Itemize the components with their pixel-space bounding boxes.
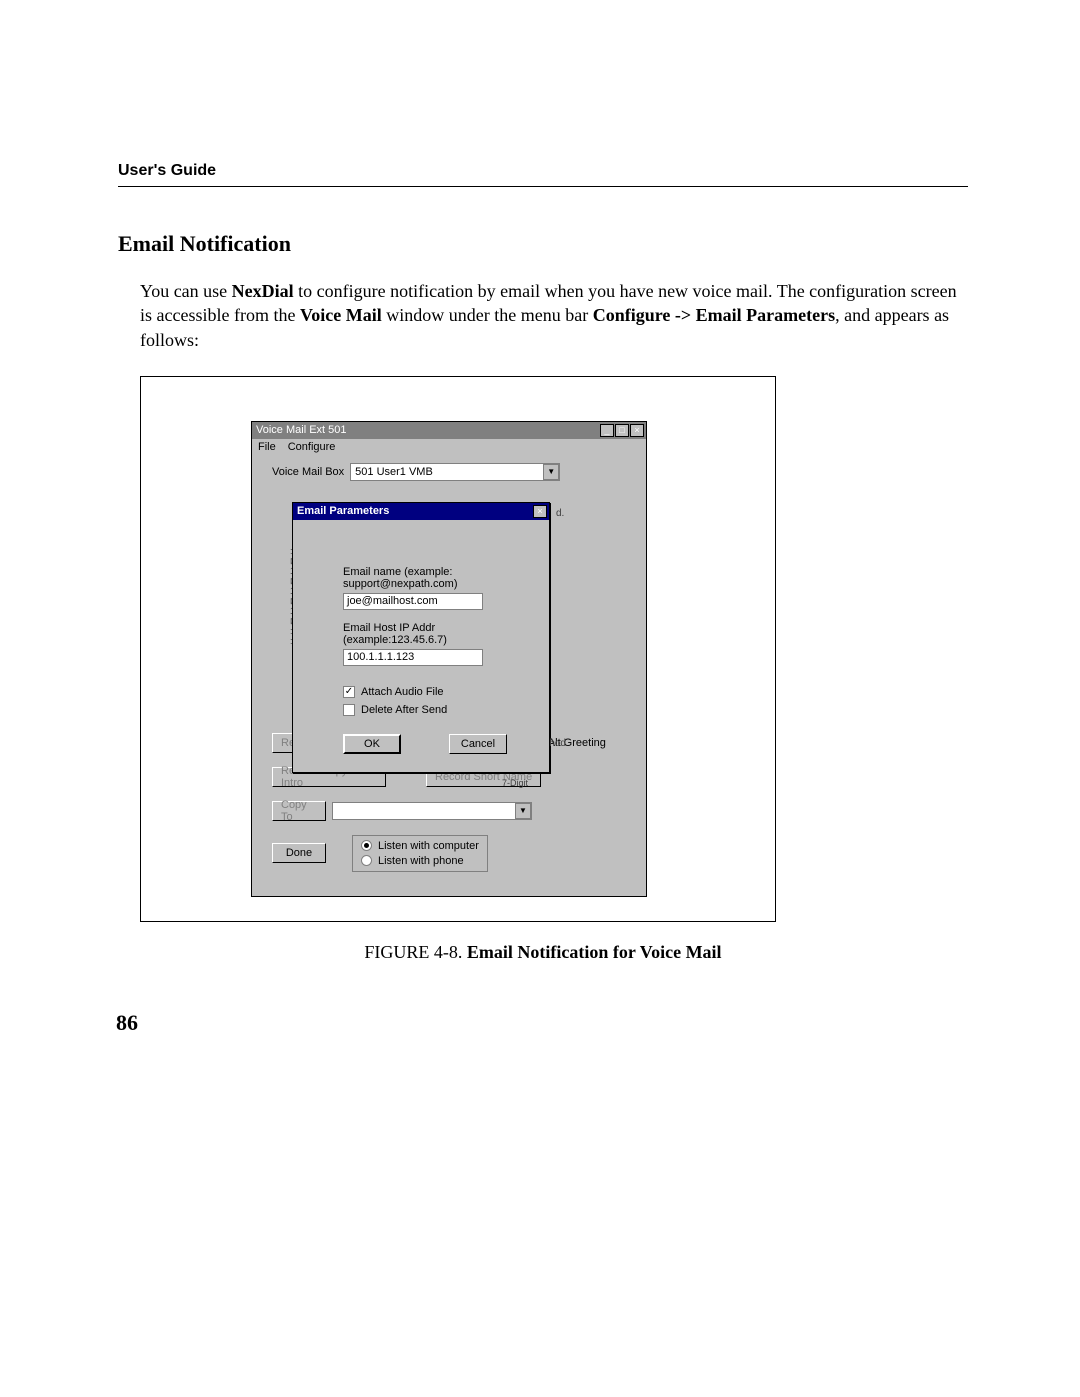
page-number: 86 bbox=[116, 1010, 138, 1036]
cancel-button[interactable]: Cancel bbox=[449, 734, 507, 754]
body-paragraph: You can use NexDial to configure notific… bbox=[140, 279, 960, 352]
host-ip-value: 100.1.1.1.123 bbox=[347, 651, 414, 663]
copy-to-button[interactable]: Copy To bbox=[272, 801, 326, 821]
ok-button[interactable]: OK bbox=[343, 734, 401, 754]
vmb-value: 501 User1 VMB bbox=[355, 466, 433, 478]
listen-phone-radio[interactable] bbox=[361, 855, 372, 866]
window-title: Voice Mail Ext 501 bbox=[256, 424, 599, 436]
delete-after-send-label: Delete After Send bbox=[361, 704, 447, 716]
text: window under the menu bar bbox=[382, 305, 593, 325]
menu-path: Configure -> Email Parameters bbox=[593, 305, 835, 325]
email-parameters-dialog: Email Parameters × Email name (example: … bbox=[292, 502, 550, 773]
cut-text-7digit: 7-Digit bbox=[502, 778, 528, 788]
email-name-input[interactable]: joe@mailhost.com bbox=[343, 593, 483, 610]
host-ip-label: Email Host IP Addr (example:123.45.6.7) bbox=[343, 622, 535, 646]
menu-file[interactable]: File bbox=[258, 441, 276, 453]
delete-after-send-checkbox[interactable] bbox=[343, 704, 355, 716]
attach-audio-checkbox[interactable]: ✓ bbox=[343, 686, 355, 698]
chevron-down-icon[interactable]: ▼ bbox=[515, 803, 531, 819]
listen-phone-label: Listen with phone bbox=[378, 855, 464, 867]
header-rule bbox=[118, 186, 968, 187]
close-icon[interactable]: × bbox=[630, 424, 644, 437]
cut-text-id: d. bbox=[556, 508, 564, 519]
vmb-label: Voice Mail Box bbox=[272, 466, 344, 478]
listen-radio-group: Listen with computer Listen with phone bbox=[352, 835, 488, 872]
dialog-titlebar[interactable]: Email Parameters × bbox=[293, 503, 549, 520]
cut-text-hod: hod bbox=[549, 738, 566, 749]
caption-prefix: FIGURE 4-8. bbox=[364, 942, 467, 962]
host-ip-input[interactable]: 100.1.1.1.123 bbox=[343, 649, 483, 666]
email-name-value: joe@mailhost.com bbox=[347, 595, 438, 607]
menu-bar: File Configure bbox=[252, 439, 646, 455]
product-name: NexDial bbox=[232, 281, 294, 301]
window-name: Voice Mail bbox=[300, 305, 382, 325]
vmb-select[interactable]: 501 User1 VMB ▼ bbox=[350, 463, 560, 481]
listen-computer-radio[interactable] bbox=[361, 840, 372, 851]
email-name-label: Email name (example: support@nexpath.com… bbox=[343, 566, 535, 590]
close-icon[interactable]: × bbox=[533, 505, 547, 518]
minimize-icon[interactable]: _ bbox=[600, 424, 614, 437]
figure-caption: FIGURE 4-8. Email Notification for Voice… bbox=[118, 942, 968, 963]
figure-frame: Voice Mail Ext 501 _ □ × File Configure … bbox=[140, 376, 776, 922]
chevron-down-icon[interactable]: ▼ bbox=[543, 464, 559, 480]
text: You can use bbox=[140, 281, 232, 301]
running-head: User's Guide bbox=[118, 162, 968, 180]
menu-configure[interactable]: Configure bbox=[288, 441, 336, 453]
attach-audio-label: Attach Audio File bbox=[361, 686, 444, 698]
maximize-icon[interactable]: □ bbox=[615, 424, 629, 437]
copy-to-select[interactable]: ▼ bbox=[332, 802, 532, 820]
window-titlebar[interactable]: Voice Mail Ext 501 _ □ × bbox=[252, 422, 646, 439]
dialog-title: Email Parameters bbox=[297, 505, 532, 517]
section-title: Email Notification bbox=[118, 231, 968, 257]
listen-computer-label: Listen with computer bbox=[378, 840, 479, 852]
caption-title: Email Notification for Voice Mail bbox=[467, 942, 722, 962]
voice-mail-window: Voice Mail Ext 501 _ □ × File Configure … bbox=[251, 421, 647, 897]
done-button[interactable]: Done bbox=[272, 843, 326, 863]
